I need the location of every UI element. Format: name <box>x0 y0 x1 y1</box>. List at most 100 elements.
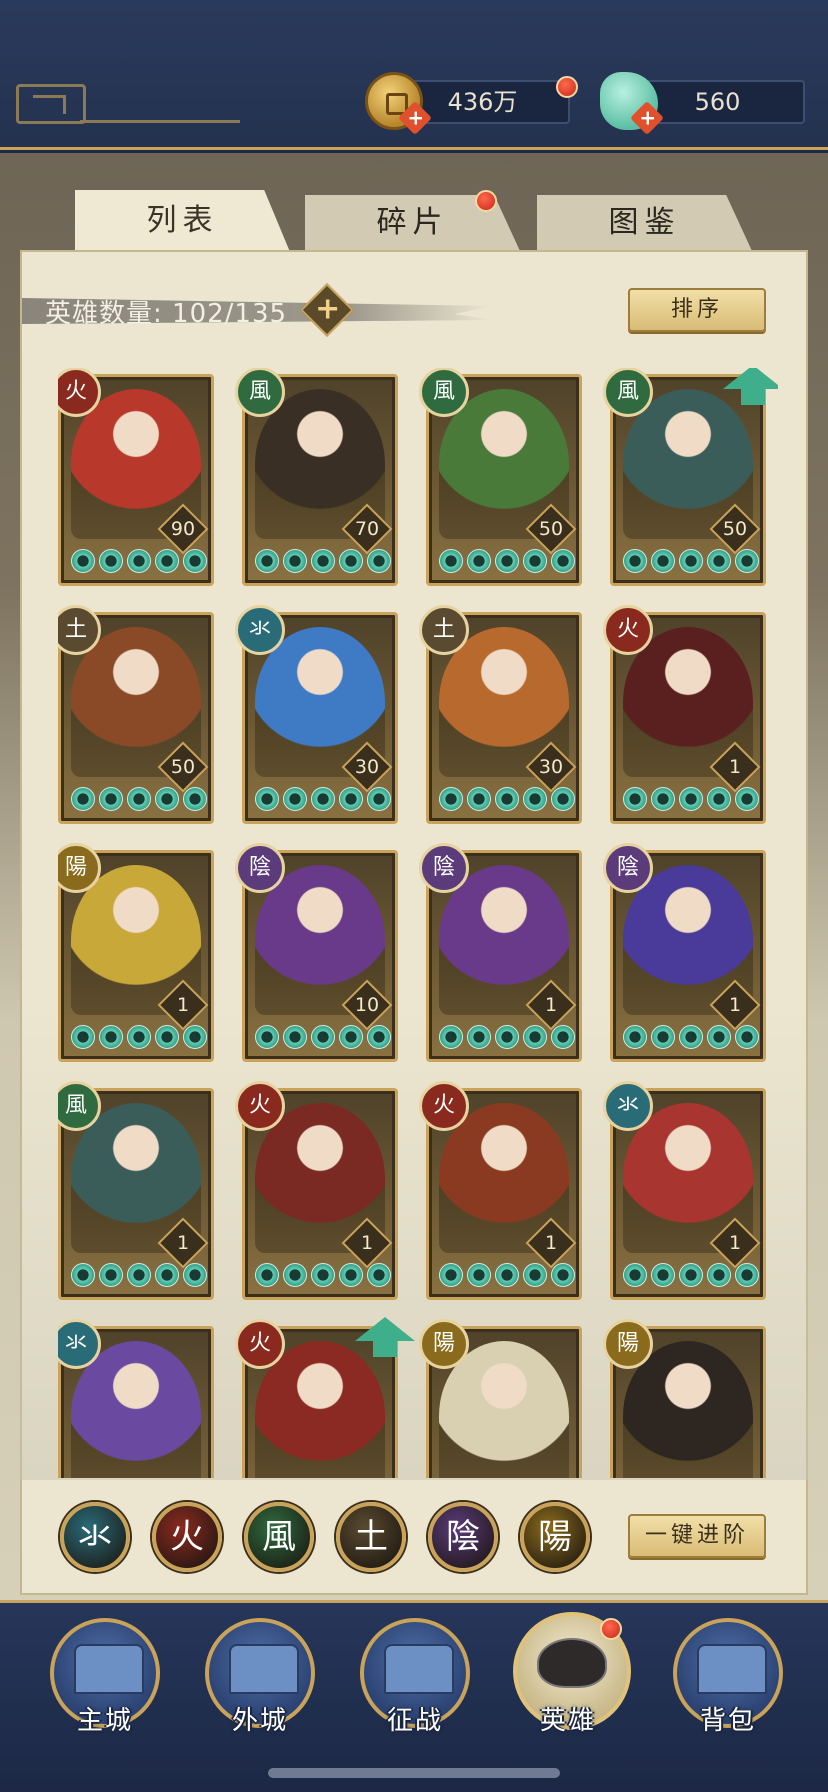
tab-codex[interactable]: 图鉴 <box>537 195 752 251</box>
jade-star-icon <box>283 1025 307 1049</box>
jade-amount: 560 <box>694 88 741 116</box>
jade-star-icon <box>99 787 123 811</box>
jade-star-icon <box>707 787 731 811</box>
filter-earth-button[interactable]: 土 <box>336 1502 406 1572</box>
backpack-icon <box>697 1644 767 1694</box>
jade-star-icon <box>679 1263 703 1287</box>
gold-notification-dot <box>556 76 578 98</box>
jade-star-icon <box>127 787 151 811</box>
jade-star-icon <box>495 1025 519 1049</box>
hero-card[interactable]: 氺1 <box>603 1081 766 1300</box>
water-element-icon: 氺 <box>235 605 285 655</box>
jade-star-icon <box>311 787 335 811</box>
jade-star-icon <box>183 787 207 811</box>
jade-star-icon <box>255 787 279 811</box>
jade-star-icon <box>651 549 675 573</box>
jade-star-icon <box>311 549 335 573</box>
jade-star-icon <box>99 1025 123 1049</box>
hero-card[interactable]: 火 <box>235 1317 415 1478</box>
tab-list[interactable]: 列表 <box>75 190 290 252</box>
filter-water-button[interactable]: 氺 <box>60 1502 130 1572</box>
jade-star-icon <box>283 787 307 811</box>
hero-star-row <box>623 549 759 577</box>
hero-star-row <box>439 787 575 815</box>
jade-star-icon <box>339 787 363 811</box>
hero-star-row <box>71 1263 207 1291</box>
jade-star-icon <box>183 1263 207 1287</box>
hero-level-value: 30 <box>538 756 564 778</box>
hero-star-row <box>71 1025 207 1053</box>
filter-yang-button[interactable]: 陽 <box>520 1502 590 1572</box>
jade-star-icon <box>255 1025 279 1049</box>
yin-element-icon: 陰 <box>603 843 653 893</box>
fire-element-icon: 火 <box>419 1081 469 1131</box>
jade-star-icon <box>155 787 179 811</box>
campaign-icon <box>384 1644 454 1694</box>
hero-card[interactable]: 氺 30 <box>235 605 398 824</box>
jade-star-icon <box>127 549 151 573</box>
jade-star-icon <box>623 549 647 573</box>
one-click-advance-button[interactable]: 一键进阶 <box>628 1514 766 1558</box>
hero-card[interactable]: 風 50 <box>419 368 582 586</box>
jade-star-icon <box>523 549 547 573</box>
jade-star-icon <box>679 787 703 811</box>
hero-card[interactable]: 風1 <box>58 1081 214 1300</box>
filter-fire-button[interactable]: 火 <box>152 1502 222 1572</box>
jade-star-icon <box>735 1025 759 1049</box>
jade-star-icon <box>255 1263 279 1287</box>
jade-star-icon <box>623 1025 647 1049</box>
pattern-ornament-icon <box>16 84 86 124</box>
hero-card[interactable]: 土 50 <box>58 605 214 824</box>
jade-star-icon <box>255 549 279 573</box>
hero-card[interactable]: 陰1 <box>603 843 766 1062</box>
hero-card[interactable]: 陽 <box>603 1319 766 1478</box>
wind-element-icon: 風 <box>419 368 469 417</box>
jade-star-icon <box>651 1263 675 1287</box>
hero-star-row <box>255 787 391 815</box>
hero-star-row <box>623 1263 759 1291</box>
jade-star-icon <box>623 1263 647 1287</box>
jade-star-icon <box>707 1025 731 1049</box>
upgrade-arrow-icon <box>355 1317 415 1357</box>
hero-card[interactable]: 火 90 <box>58 368 214 586</box>
hero-card[interactable]: 氺 <box>58 1319 214 1478</box>
jade-star-icon <box>71 787 95 811</box>
jade-star-icon <box>523 787 547 811</box>
hero-card[interactable]: 陰 10 <box>235 843 398 1062</box>
hero-card[interactable]: 風 50 <box>603 368 778 586</box>
jade-star-icon <box>551 787 575 811</box>
hero-card[interactable]: 陰1 <box>419 843 582 1062</box>
jade-star-icon <box>495 1263 519 1287</box>
hero-star-row <box>255 549 391 577</box>
hero-card[interactable]: 風 70 <box>235 368 398 586</box>
jade-star-icon <box>679 549 703 573</box>
outer-city-icon <box>229 1644 299 1694</box>
jade-star-icon <box>651 787 675 811</box>
yang-element-icon: 陽 <box>419 1319 469 1369</box>
hero-level-value: 50 <box>722 518 748 540</box>
hero-level-value: 1 <box>360 1232 374 1254</box>
jade-star-icon <box>283 549 307 573</box>
jade-star-icon <box>367 1263 391 1287</box>
hero-card[interactable]: 土 30 <box>419 605 582 824</box>
hero-card[interactable]: 陽 <box>419 1319 582 1478</box>
sort-button[interactable]: 排序 <box>628 288 766 332</box>
hero-star-row <box>439 1025 575 1053</box>
yin-element-icon: 陰 <box>235 843 285 893</box>
water-element-icon: 氺 <box>603 1081 653 1131</box>
jade-star-icon <box>283 1263 307 1287</box>
fire-element-icon: 火 <box>235 1081 285 1131</box>
jade-star-icon <box>155 549 179 573</box>
filter-yin-button[interactable]: 陰 <box>428 1502 498 1572</box>
hero-level-value: 1 <box>544 1232 558 1254</box>
jade-star-icon <box>735 549 759 573</box>
hero-count-label: 英雄数量: 102/135 <box>45 299 288 329</box>
hero-card[interactable]: 火1 <box>603 605 766 824</box>
hero-star-row <box>439 549 575 577</box>
hero-card[interactable]: 火1 <box>235 1081 398 1300</box>
jade-star-icon <box>127 1263 151 1287</box>
jade-star-icon <box>339 1263 363 1287</box>
hero-card[interactable]: 陽1 <box>58 843 214 1062</box>
filter-wind-button[interactable]: 風 <box>244 1502 314 1572</box>
hero-card[interactable]: 火1 <box>419 1081 582 1300</box>
